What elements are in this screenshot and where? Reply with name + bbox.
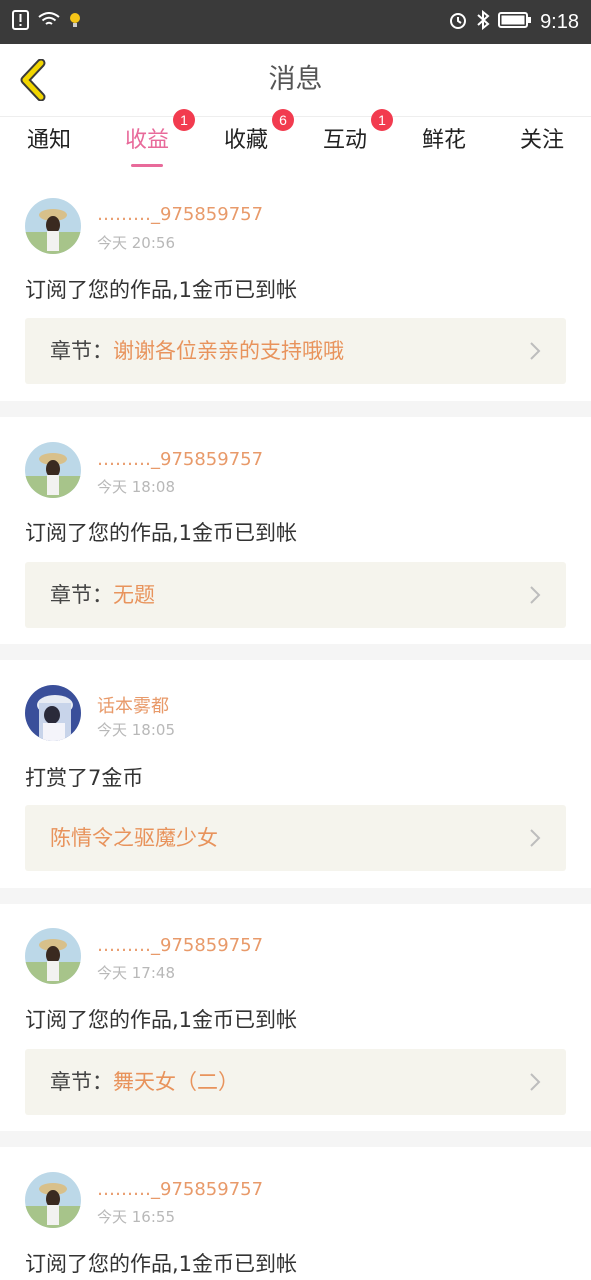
bulb-icon (68, 11, 82, 33)
active-tab-indicator (131, 164, 163, 167)
message-text: 订阅了您的作品,1金币已到帐 (25, 521, 298, 545)
user-name[interactable]: ………_975859757 (97, 449, 263, 470)
chapter-link[interactable]: 章节：谢谢各位亲亲的支持哦哦 (25, 318, 566, 384)
tab-label: 收藏 (223, 128, 268, 153)
avatar[interactable] (25, 928, 81, 984)
message-card: ………_975859757 今天 20:56 订阅了您的作品,1金币已到帐 章节… (0, 178, 591, 401)
tab-badge: 1 (173, 109, 195, 131)
tab-notice[interactable]: 通知 (0, 117, 98, 173)
avatar[interactable] (25, 685, 81, 741)
message-time: 今天 18:08 (97, 478, 175, 496)
status-time: 9:18 (540, 10, 579, 33)
chapter-prefix: 章节： (50, 583, 113, 607)
tab-earnings[interactable]: 收益 1 (98, 109, 196, 173)
tab-label: 收益 (124, 128, 169, 153)
status-bar: 9:18 (0, 0, 591, 44)
chapter-prefix: 章节： (50, 1070, 113, 1094)
user-name[interactable]: ………_975859757 (97, 1179, 263, 1200)
chapter-title: 舞天女（二） (113, 1070, 239, 1094)
tab-follow[interactable]: 关注 (493, 117, 591, 173)
message-card: ………_975859757 今天 18:08 订阅了您的作品,1金币已到帐 章节… (0, 417, 591, 644)
tab-flowers[interactable]: 鲜花 (395, 117, 493, 173)
tab-label: 互动 (322, 128, 367, 153)
chapter-title: 谢谢各位亲亲的支持哦哦 (113, 339, 344, 363)
chevron-right-icon (530, 586, 541, 604)
page-title: 消息 (268, 64, 323, 95)
alarm-icon (448, 10, 468, 34)
message-card: ………_975859757 今天 16:55 订阅了您的作品,1金币已到帐 (0, 1147, 591, 1280)
user-name[interactable]: ………_975859757 (97, 204, 263, 225)
tab-bar: 通知 收益 1 收藏 6 互动 1 鲜花 关注 (0, 109, 591, 173)
tab-label: 通知 (26, 128, 71, 153)
bluetooth-icon (476, 9, 490, 34)
message-time: 今天 20:56 (97, 234, 175, 252)
message-text: 打赏了7金币 (25, 766, 144, 790)
chevron-right-icon (530, 829, 541, 847)
divider (0, 644, 591, 660)
avatar[interactable] (25, 1172, 81, 1228)
chapter-title: 无题 (113, 583, 155, 607)
avatar[interactable] (25, 198, 81, 254)
message-text: 订阅了您的作品,1金币已到帐 (25, 278, 298, 302)
message-text: 订阅了您的作品,1金币已到帐 (25, 1252, 298, 1276)
chapter-prefix: 章节： (50, 339, 113, 363)
divider (0, 888, 591, 904)
message-time: 今天 17:48 (97, 964, 175, 982)
tab-label: 鲜花 (421, 128, 466, 153)
tab-interaction[interactable]: 互动 1 (296, 109, 394, 173)
book-link[interactable]: 陈情令之驱魔少女 (25, 805, 566, 871)
avatar[interactable] (25, 442, 81, 498)
book-title: 陈情令之驱魔少女 (50, 826, 218, 850)
battery-icon (498, 11, 532, 33)
alert-icon (12, 10, 30, 34)
chapter-link[interactable]: 章节：无题 (25, 562, 566, 628)
user-name[interactable]: ………_975859757 (97, 935, 263, 956)
divider (0, 401, 591, 417)
tab-favorites[interactable]: 收藏 6 (197, 109, 295, 173)
tab-label: 关注 (519, 128, 564, 153)
message-time: 今天 16:55 (97, 1208, 175, 1226)
chevron-right-icon (530, 1073, 541, 1091)
tab-badge: 6 (272, 109, 294, 131)
user-name[interactable]: 话本雾都 (97, 692, 169, 718)
message-time: 今天 18:05 (97, 721, 175, 739)
tab-badge: 1 (371, 109, 393, 131)
message-text: 订阅了您的作品,1金币已到帐 (25, 1008, 298, 1032)
divider (0, 1131, 591, 1147)
wifi-icon (38, 12, 60, 32)
chevron-right-icon (530, 342, 541, 360)
chapter-link[interactable]: 章节：舞天女（二） (25, 1049, 566, 1115)
message-card: 话本雾都 今天 18:05 打赏了7金币 陈情令之驱魔少女 (0, 660, 591, 888)
header-bar: 消息 (0, 44, 591, 117)
message-card: ………_975859757 今天 17:48 订阅了您的作品,1金币已到帐 章节… (0, 904, 591, 1131)
